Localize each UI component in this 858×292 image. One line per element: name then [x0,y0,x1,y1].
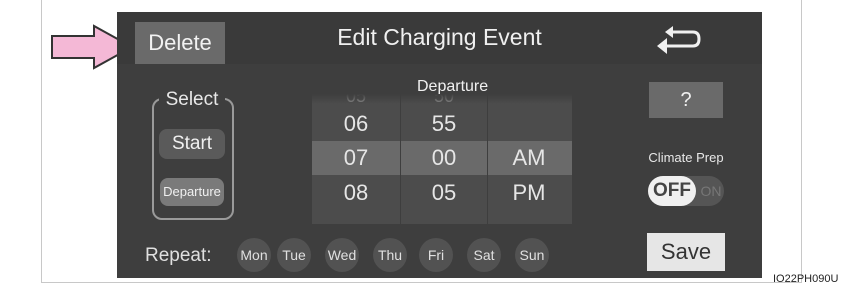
day-sat-button[interactable]: Sat [467,238,501,272]
day-thu-button[interactable]: Thu [373,238,407,272]
time-picker[interactable]: 05 06 07 08 50 55 00 05 AM PM [312,94,572,224]
hour-cell: 06 [343,111,369,136]
day-mon-button[interactable]: Mon [237,238,271,272]
day-tue-button[interactable]: Tue [277,238,311,272]
toggle-on-label: ON [700,183,722,199]
departure-button[interactable]: Departure [160,178,224,206]
minute-wheel[interactable]: 50 55 00 05 [400,94,488,224]
ampm-wheel[interactable]: AM PM [486,94,572,224]
minute-cell-selected: 00 [431,145,457,170]
back-arrow-icon [657,26,701,54]
hour-wheel[interactable]: 05 06 07 08 [312,94,400,224]
back-button[interactable] [653,24,705,58]
select-label: Select [159,88,225,112]
toggle-off-label: OFF [648,176,696,206]
delete-button[interactable]: Delete [135,22,225,64]
climate-prep-label: Climate Prep [648,150,724,165]
start-button[interactable]: Start [159,129,225,159]
figure-caption: IO22PH090U [773,273,839,285]
day-sun-button[interactable]: Sun [515,238,549,272]
top-bar: Delete Edit Charging Event [117,12,762,64]
climate-prep-toggle[interactable]: OFF ON [648,176,724,206]
minute-cell: 05 [431,180,457,205]
ampm-cell: PM [512,180,546,205]
save-button[interactable]: Save [647,233,725,271]
repeat-label: Repeat: [145,245,212,266]
charging-event-screen: Delete Edit Charging Event Select Start … [117,12,762,278]
day-fri-button[interactable]: Fri [419,238,453,272]
day-wed-button[interactable]: Wed [325,238,359,272]
picker-fade [312,94,572,104]
hour-cell-selected: 07 [343,145,369,170]
help-button[interactable]: ? [649,82,723,118]
minute-cell: 55 [431,111,457,136]
hour-cell: 08 [343,180,369,205]
ampm-cell-selected: AM [512,145,546,170]
